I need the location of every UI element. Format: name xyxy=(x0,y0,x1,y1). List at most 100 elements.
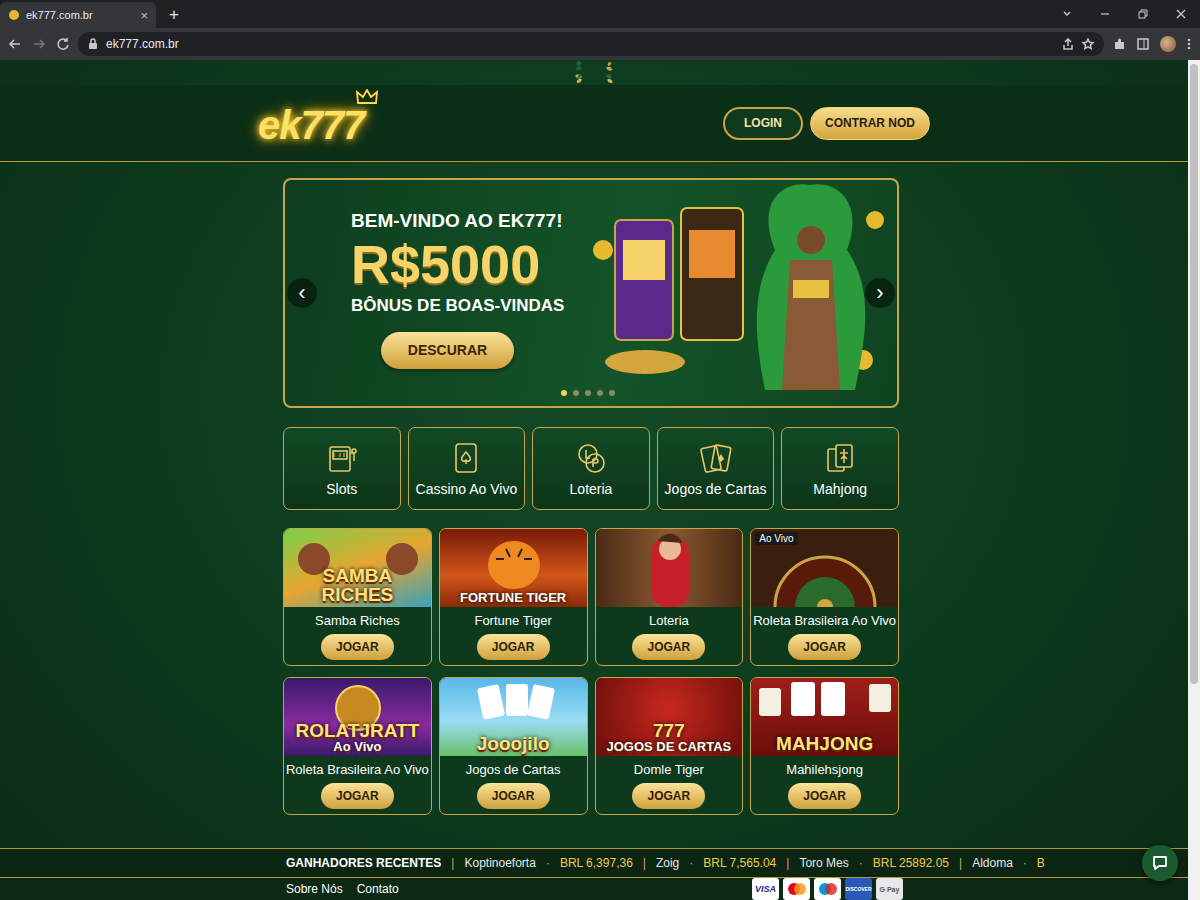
viewport: ek777LOGINCONTRAR NODBEM-VINDO AO EK777!… xyxy=(0,60,1200,900)
footer-link[interactable]: Contato xyxy=(357,882,399,896)
site-header: ek777 LOGINCONTRAR NOD xyxy=(0,85,1188,162)
reload-icon[interactable] xyxy=(56,37,70,51)
game-thumbnail[interactable]: Ao Vivo xyxy=(751,529,898,607)
login-button[interactable]: LOGIN xyxy=(723,107,803,140)
game-card[interactable]: 777JOGOS DE CARTAS Domle Tiger JOGAR xyxy=(595,677,744,815)
game-card[interactable]: SAMBARICHES Samba Riches JOGAR xyxy=(283,528,432,666)
game-thumbnail[interactable]: ROLATJRATTAo Vivo xyxy=(284,678,431,756)
minimize-button[interactable] xyxy=(1086,9,1124,19)
close-icon xyxy=(1176,9,1186,19)
slot-machine-icon xyxy=(325,441,359,475)
play-button[interactable]: JOGAR xyxy=(321,634,394,660)
tab-close-button[interactable]: × xyxy=(140,8,148,23)
game-thumbnail[interactable]: MAHJONG xyxy=(751,678,898,756)
game-card[interactable]: ROLATJRATTAo Vivo Roleta Brasileira Ao Vi… xyxy=(283,677,432,815)
url-field[interactable]: ek777.com.br xyxy=(78,32,1104,56)
winner-name: Toro Mes xyxy=(799,856,848,870)
payment-label: VISA xyxy=(755,884,776,894)
play-button[interactable]: JOGAR xyxy=(632,783,705,809)
category-tile[interactable]: Mahjong xyxy=(781,427,899,510)
game-name: Domle Tiger xyxy=(634,762,704,777)
game-art-title: 777 xyxy=(653,721,685,740)
game-thumbnail[interactable]: Jooojilo xyxy=(440,678,587,756)
game-name: Roleta Brasileira Ao Vivo xyxy=(286,762,429,777)
logo-text: ek777 xyxy=(258,105,364,145)
crown-icon xyxy=(356,89,378,105)
game-name: Samba Riches xyxy=(315,613,400,628)
lock-icon xyxy=(88,38,98,50)
carousel-dot[interactable] xyxy=(561,390,567,396)
game-thumbnail[interactable]: SAMBARICHES xyxy=(284,529,431,607)
favicon-icon xyxy=(8,9,20,21)
carousel-dot[interactable] xyxy=(597,390,603,396)
toolbar-icons xyxy=(1112,36,1192,52)
scrollbar[interactable] xyxy=(1188,60,1200,900)
chat-button[interactable] xyxy=(1142,845,1178,881)
game-art-title: Jooojilo xyxy=(477,734,550,753)
winner-name: Aldoma xyxy=(972,856,1013,870)
header-inner: ek777 LOGINCONTRAR NOD xyxy=(258,85,930,161)
game-art-title: JOGOS DE CARTAS xyxy=(607,740,732,753)
category-label: Loteria xyxy=(570,481,613,497)
claim-button[interactable]: DESCURAR xyxy=(381,332,514,369)
play-button[interactable]: JOGAR xyxy=(788,783,861,809)
game-art-title: MAHJONG xyxy=(776,734,873,753)
game-name: Loteria xyxy=(649,613,689,628)
play-button[interactable]: JOGAR xyxy=(788,634,861,660)
extensions-icon[interactable] xyxy=(1112,37,1126,51)
page: ek777LOGINCONTRAR NODBEM-VINDO AO EK777!… xyxy=(0,60,1188,900)
playing-card-icon xyxy=(449,441,483,475)
winner-amount: BRL 6,397,36 xyxy=(560,856,633,870)
game-thumbnail[interactable] xyxy=(596,529,743,607)
category-label: Slots xyxy=(326,481,357,497)
play-button[interactable]: JOGAR xyxy=(632,634,705,660)
browser-tab[interactable]: ek777.com.br × xyxy=(0,2,156,28)
category-tile[interactable]: Cassino Ao Vivo xyxy=(408,427,526,510)
new-tab-button[interactable]: + xyxy=(160,2,188,28)
game-card[interactable]: Ao VivoRoleta Brasileira Ao VivoJOGAR xyxy=(750,528,899,666)
category-tile[interactable]: Loteria xyxy=(532,427,650,510)
register-button[interactable]: CONTRAR NOD xyxy=(810,107,930,140)
game-card[interactable]: JooojiloJogos de CartasJOGAR xyxy=(439,677,588,815)
restore-button[interactable] xyxy=(1124,9,1162,19)
scroll-thumb[interactable] xyxy=(1190,64,1198,684)
game-thumbnail[interactable]: FORTUNE TIGER xyxy=(440,529,587,607)
address-bar: ek777.com.br xyxy=(0,28,1200,60)
play-button[interactable]: JOGAR xyxy=(477,634,550,660)
menu-icon[interactable] xyxy=(1186,37,1192,51)
tab-search-button[interactable] xyxy=(1048,9,1086,19)
play-button[interactable]: JOGAR xyxy=(321,783,394,809)
footer-link[interactable]: Sobre Nós xyxy=(286,882,343,896)
game-card[interactable]: FORTUNE TIGERFortune TigerJOGAR xyxy=(439,528,588,666)
winner-amount: BRL 7,565.04 xyxy=(703,856,776,870)
game-art-title: SAMBA xyxy=(323,566,393,585)
category-tile[interactable]: Slots xyxy=(283,427,401,510)
game-thumbnail[interactable]: 777JOGOS DE CARTAS xyxy=(596,678,743,756)
category-label: Jogos de Cartas xyxy=(665,481,767,497)
tab-title: ek777.com.br xyxy=(26,9,134,21)
side-panel-icon[interactable] xyxy=(1136,37,1150,51)
next-slide-button[interactable]: › xyxy=(865,278,895,308)
nav-buttons xyxy=(8,37,70,51)
back-icon[interactable] xyxy=(8,37,22,51)
game-art-title: FORTUNE TIGER xyxy=(460,591,566,604)
lottery-coins-icon xyxy=(574,441,608,475)
prev-slide-button[interactable]: ‹ xyxy=(287,278,317,308)
forward-icon[interactable] xyxy=(32,37,46,51)
close-window-button[interactable] xyxy=(1162,9,1200,19)
carousel-dot[interactable] xyxy=(609,390,615,396)
carousel-dot[interactable] xyxy=(585,390,591,396)
payment-label: G Pay xyxy=(880,886,900,893)
star-icon[interactable] xyxy=(1082,38,1094,50)
category-bar: Slots Cassino Ao Vivo Loteria Jogos de Cart… xyxy=(283,427,899,510)
game-card[interactable]: Loteria JOGAR xyxy=(595,528,744,666)
payment-badge: G Pay xyxy=(876,878,903,900)
site-logo[interactable]: ek777 xyxy=(258,101,364,145)
profile-avatar[interactable] xyxy=(1160,36,1176,52)
category-tile[interactable]: Jogos de Cartas xyxy=(657,427,775,510)
game-card[interactable]: MAHJONGMahilehsjongJOGAR xyxy=(750,677,899,815)
cards-icon xyxy=(699,441,733,475)
share-icon[interactable] xyxy=(1062,38,1074,50)
carousel-dot[interactable] xyxy=(573,390,579,396)
play-button[interactable]: JOGAR xyxy=(477,783,550,809)
